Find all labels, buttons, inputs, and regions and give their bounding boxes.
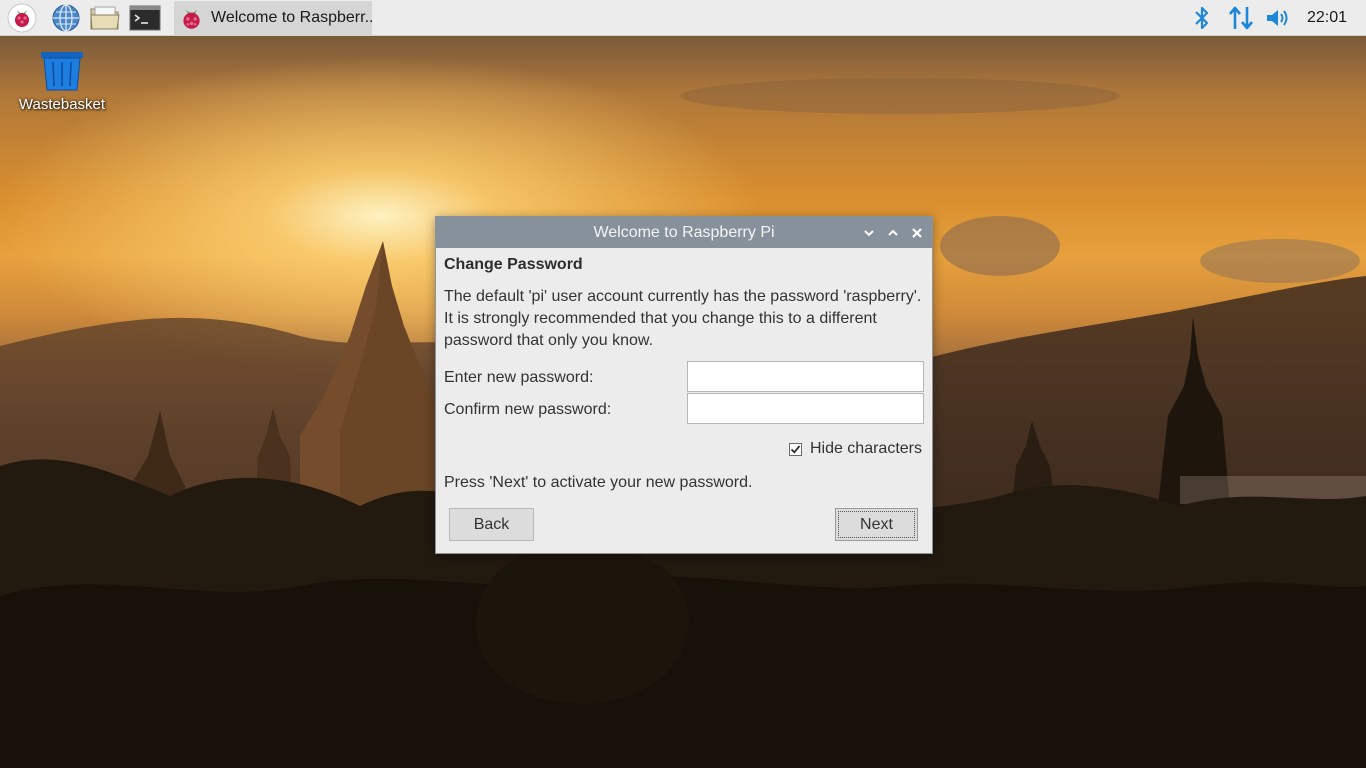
raspberry-icon [183, 9, 200, 29]
confirm-password-label: Confirm new password: [444, 401, 612, 418]
raspberry-icon [7, 3, 37, 33]
terminal-button[interactable] [129, 2, 161, 34]
hide-characters-checkbox[interactable] [788, 442, 802, 456]
clock-button[interactable]: 22:01 [1300, 0, 1354, 36]
checkmark-icon [790, 444, 801, 454]
taskbar-window-label: Welcome to Raspberr... [211, 9, 372, 26]
bluetooth-button[interactable] [1188, 0, 1216, 36]
raspberry-menu-button[interactable] [6, 2, 38, 34]
chevron-down-icon [864, 230, 874, 237]
clock: 22:01 [1306, 9, 1348, 26]
chevron-up-icon [888, 229, 898, 236]
description-line-1: The default 'pi' user account currently … [444, 288, 922, 305]
taskbar-window-button[interactable]: Welcome to Raspberr... [174, 1, 372, 35]
web-browser-button[interactable] [50, 2, 82, 34]
new-password-input[interactable] [687, 361, 924, 392]
bluetooth-icon [1195, 6, 1209, 30]
close-button[interactable] [908, 224, 926, 242]
network-arrows-icon [1229, 6, 1253, 30]
welcome-dialog: Welcome to Raspberry Pi Change Password … [435, 216, 933, 554]
wastebasket-icon [41, 52, 83, 91]
volume-button[interactable] [1264, 0, 1294, 36]
minimize-button[interactable] [860, 224, 878, 242]
globe-icon [52, 4, 80, 32]
maximize-button[interactable] [884, 224, 902, 242]
terminal-icon [129, 5, 161, 31]
next-button[interactable]: Next [835, 508, 918, 541]
back-button[interactable]: Back [449, 508, 534, 541]
dialog-title: Welcome to Raspberry Pi [593, 223, 775, 241]
dialog-titlebar[interactable]: Welcome to Raspberry Pi [436, 217, 932, 248]
network-button[interactable] [1226, 0, 1256, 36]
hide-characters-toggle[interactable]: Hide characters [788, 440, 922, 458]
desktop-icon-wastebasket[interactable]: Wastebasket [10, 50, 114, 113]
file-manager-button[interactable] [89, 2, 121, 34]
dialog-heading: Change Password [444, 256, 583, 273]
description-line-3: password that only you know. [444, 332, 654, 349]
confirm-password-input[interactable] [687, 393, 924, 424]
speaker-volume-icon [1267, 10, 1288, 26]
hide-characters-label: Hide characters [809, 440, 922, 457]
taskbar: Welcome to Raspberr... 22:01 [0, 0, 1366, 36]
close-icon [912, 228, 922, 238]
new-password-label: Enter new password: [444, 369, 594, 386]
next-hint-text: Press 'Next' to activate your new passwo… [444, 474, 753, 491]
folder-icon [90, 6, 120, 30]
desktop-icon-label: Wastebasket [18, 96, 106, 113]
description-line-2: It is strongly recommended that you chan… [444, 310, 877, 327]
